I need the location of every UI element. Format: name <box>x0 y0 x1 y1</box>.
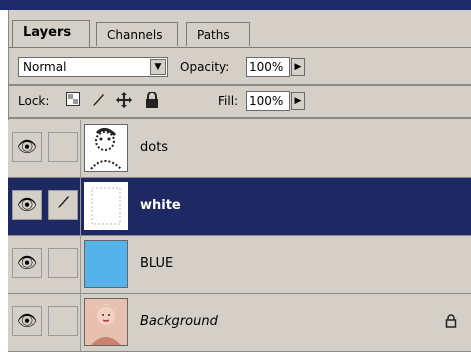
opacity-input[interactable]: 100% <box>246 57 290 77</box>
layer-thumbnail <box>84 124 128 172</box>
layers-list: 👁 dots 👁 white 👁 BLUE 👁 Background <box>8 120 471 352</box>
tab-channels[interactable]: Channels <box>96 22 178 46</box>
lock-icon <box>445 314 457 332</box>
eye-icon[interactable]: 👁 <box>12 248 42 278</box>
layer-name[interactable]: white <box>140 196 181 216</box>
layer-thumbnail <box>84 298 128 346</box>
link-slot[interactable] <box>48 132 78 162</box>
layer-thumbnail <box>84 182 128 230</box>
eye-icon[interactable]: 👁 <box>12 132 42 162</box>
tab-paths[interactable]: Paths <box>186 22 250 46</box>
link-slot[interactable] <box>48 248 78 278</box>
brush-icon[interactable] <box>90 92 106 108</box>
layer-name[interactable]: dots <box>140 138 168 158</box>
tab-layers[interactable]: Layers <box>12 20 90 48</box>
layer-thumbnail <box>84 240 128 288</box>
layer-row-background[interactable]: 👁 Background <box>8 294 471 352</box>
layer-name[interactable]: BLUE <box>140 254 173 274</box>
tab-label: Channels <box>107 28 163 42</box>
eye-icon[interactable]: 👁 <box>12 190 42 220</box>
blend-mode-value: Normal <box>23 60 67 74</box>
fill-label: Fill: <box>218 94 239 108</box>
tab-divider <box>8 47 471 48</box>
chevron-right-icon[interactable]: ▶ <box>291 92 305 110</box>
blend-row: Normal ▼ Opacity: 100% ▶ <box>8 52 471 82</box>
divider <box>8 117 471 119</box>
lock-label: Lock: <box>18 94 50 108</box>
column-divider <box>80 120 81 351</box>
layer-row-blue[interactable]: 👁 BLUE <box>8 236 471 294</box>
chevron-right-icon[interactable]: ▶ <box>291 58 305 76</box>
layer-name[interactable]: Background <box>140 312 218 332</box>
tab-bar: Layers Channels Paths <box>8 14 471 48</box>
lock-row: Lock: Fill: 100% ▶ <box>8 87 471 117</box>
layer-row-dots[interactable]: 👁 dots <box>8 120 471 178</box>
move-icon[interactable] <box>116 92 132 108</box>
opacity-label: Opacity: <box>180 60 230 74</box>
checker-icon[interactable] <box>65 92 81 108</box>
tab-label: Paths <box>197 28 230 42</box>
lock-icon[interactable] <box>144 91 160 108</box>
tab-label: Layers <box>23 25 72 40</box>
layer-row-white[interactable]: 👁 white <box>8 178 471 236</box>
divider <box>8 84 471 86</box>
layers-palette: Layers Channels Paths Normal ▼ Opacity: … <box>0 0 471 352</box>
blend-mode-select[interactable]: Normal ▼ <box>18 57 168 77</box>
fill-input[interactable]: 100% <box>246 91 290 111</box>
link-slot[interactable] <box>48 306 78 336</box>
brush-icon[interactable] <box>48 190 78 220</box>
eye-icon[interactable]: 👁 <box>12 306 42 336</box>
title-bar <box>0 0 471 10</box>
chevron-down-icon[interactable]: ▼ <box>150 59 166 75</box>
